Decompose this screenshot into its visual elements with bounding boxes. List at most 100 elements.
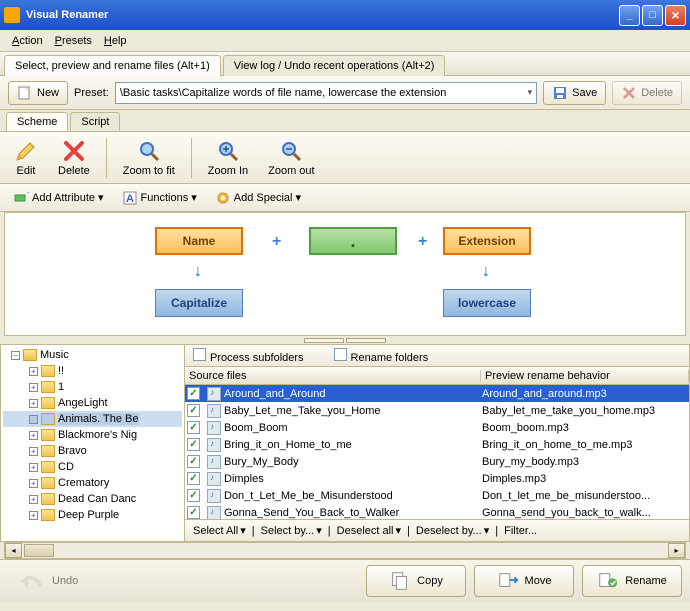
add-special-button[interactable]: Add Special ▾ <box>208 187 308 209</box>
file-row[interactable]: Boom_BoomBoom_boom.mp3 <box>185 419 689 436</box>
horizontal-scrollbar[interactable]: ◂ ▸ <box>4 542 686 559</box>
svg-text:+: + <box>27 190 29 199</box>
tree-node[interactable]: +Crematory <box>3 475 182 491</box>
tree-node[interactable]: +1 <box>3 379 182 395</box>
file-checkbox[interactable] <box>187 455 200 468</box>
block-name[interactable]: Name <box>155 227 243 255</box>
sub-tabstrip: Scheme Script <box>0 110 690 132</box>
tree-node[interactable]: +Bravo <box>3 443 182 459</box>
column-preview[interactable]: Preview rename behavior <box>481 370 689 382</box>
move-button[interactable]: Move <box>474 565 574 597</box>
file-checkbox[interactable] <box>187 404 200 417</box>
file-checkbox[interactable] <box>187 438 200 451</box>
separator <box>106 138 107 178</box>
preview-filename: Boom_boom.mp3 <box>482 422 689 434</box>
preset-combobox[interactable]: \Basic tasks\Capitalize words of file na… <box>115 82 537 104</box>
tab-script[interactable]: Script <box>70 112 120 131</box>
file-row[interactable]: Bring_it_on_Home_to_meBring_it_on_home_t… <box>185 436 689 453</box>
block-capitalize[interactable]: Capitalize <box>155 289 243 317</box>
select-all-button[interactable]: Select All ▾ <box>189 522 250 539</box>
tab-rename[interactable]: Select, preview and rename files (Alt+1) <box>4 55 221 76</box>
tab-scheme[interactable]: Scheme <box>6 112 68 131</box>
add-attribute-button[interactable]: + Add Attribute ▾ <box>6 187 111 209</box>
file-checkbox[interactable] <box>187 421 200 434</box>
chevron-down-icon: ▾ <box>191 191 197 204</box>
zoom-out-button[interactable]: Zoom out <box>260 137 322 179</box>
file-checkbox[interactable] <box>187 506 200 519</box>
tree-node[interactable]: +!! <box>3 363 182 379</box>
tree-node[interactable]: +Blackmore's Nig <box>3 427 182 443</box>
maximize-button[interactable]: □ <box>642 5 663 26</box>
splitter[interactable] <box>0 336 690 344</box>
save-icon <box>552 85 568 101</box>
column-source[interactable]: Source files <box>185 370 481 382</box>
copy-icon <box>389 570 411 592</box>
edit-label: Edit <box>17 165 36 177</box>
new-icon <box>17 85 33 101</box>
close-button[interactable]: × <box>665 5 686 26</box>
menu-action[interactable]: Action <box>6 33 49 49</box>
deselect-all-button[interactable]: Deselect all ▾ <box>333 522 405 539</box>
preview-filename: Bring_it_on_home_to_me.mp3 <box>482 439 689 451</box>
scheme-canvas[interactable]: Name + . + Extension ↓ ↓ Capitalize lowe… <box>4 212 686 336</box>
zoom-fit-button[interactable]: Zoom to fit <box>115 137 183 179</box>
copy-button[interactable]: Copy <box>366 565 466 597</box>
source-filename: Gonna_Send_You_Back_to_Walker <box>224 507 482 519</box>
tab-log[interactable]: View log / Undo recent operations (Alt+2… <box>223 55 446 76</box>
menubar: Action Presets Help <box>0 30 690 52</box>
zoom-fit-icon <box>137 139 161 163</box>
folder-tree[interactable]: −Music+!!+1+AngeLight Animals. The Be+Bl… <box>0 344 185 542</box>
file-checkbox[interactable] <box>187 387 200 400</box>
tree-node[interactable]: +Deep Purple <box>3 507 182 523</box>
zoom-in-button[interactable]: Zoom In <box>200 137 256 179</box>
block-lowercase[interactable]: lowercase <box>443 289 531 317</box>
scroll-thumb[interactable] <box>24 544 54 557</box>
block-extension[interactable]: Extension <box>443 227 531 255</box>
file-checkbox[interactable] <box>187 472 200 485</box>
source-filename: Baby_Let_me_Take_you_Home <box>224 405 482 417</box>
tree-node[interactable]: +AngeLight <box>3 395 182 411</box>
undo-button[interactable]: Undo <box>8 568 88 594</box>
audio-file-icon <box>207 404 221 418</box>
rename-folders-checkbox[interactable]: Rename folders <box>334 348 429 364</box>
window-title: Visual Renamer <box>26 9 108 21</box>
tree-node[interactable]: −Music <box>3 347 182 363</box>
new-preset-button[interactable]: New <box>8 81 68 105</box>
functions-button[interactable]: A Functions ▾ <box>115 187 204 209</box>
save-preset-button[interactable]: Save <box>543 81 606 105</box>
file-row[interactable]: DimplesDimples.mp3 <box>185 470 689 487</box>
delete-preset-button[interactable]: Delete <box>612 81 682 105</box>
process-subfolders-checkbox[interactable]: Process subfolders <box>193 348 304 364</box>
deselect-by-button[interactable]: Deselect by... ▾ <box>412 522 493 539</box>
filter-button[interactable]: Filter... <box>500 523 541 539</box>
tree-node[interactable]: +Dead Can Danc <box>3 491 182 507</box>
plus-icon: + <box>272 233 281 251</box>
attribute-icon: + <box>13 190 29 206</box>
rename-button[interactable]: Rename <box>582 565 682 597</box>
file-row[interactable]: Around_and_AroundAround_and_around.mp3 <box>185 385 689 402</box>
block-dot[interactable]: . <box>309 227 397 255</box>
minimize-button[interactable]: _ <box>619 5 640 26</box>
file-row[interactable]: Baby_Let_me_Take_you_HomeBaby_let_me_tak… <box>185 402 689 419</box>
scroll-right-button[interactable]: ▸ <box>668 543 685 558</box>
audio-file-icon <box>207 472 221 486</box>
tree-node[interactable]: Animals. The Be <box>3 411 182 427</box>
functions-label: Functions <box>141 192 189 204</box>
zoom-in-label: Zoom In <box>208 165 248 177</box>
main-tabstrip: Select, preview and rename files (Alt+1)… <box>0 52 690 76</box>
file-checkbox[interactable] <box>187 489 200 502</box>
file-row[interactable]: Gonna_Send_You_Back_to_WalkerGonna_send_… <box>185 504 689 519</box>
file-list[interactable]: Around_and_AroundAround_and_around.mp3Ba… <box>185 385 689 519</box>
menu-help[interactable]: Help <box>98 33 133 49</box>
tree-node[interactable]: +CD <box>3 459 182 475</box>
file-row[interactable]: Bury_My_BodyBury_my_body.mp3 <box>185 453 689 470</box>
menu-presets[interactable]: Presets <box>49 33 98 49</box>
delete-button[interactable]: Delete <box>50 137 98 179</box>
copy-label: Copy <box>417 575 443 587</box>
edit-button[interactable]: Edit <box>6 137 46 179</box>
options-row: Process subfolders Rename folders <box>185 345 689 367</box>
scroll-left-button[interactable]: ◂ <box>5 543 22 558</box>
file-row[interactable]: Don_t_Let_Me_be_MisunderstoodDon_t_let_m… <box>185 487 689 504</box>
select-by-button[interactable]: Select by... ▾ <box>257 522 326 539</box>
undo-arrow-icon <box>18 572 46 590</box>
